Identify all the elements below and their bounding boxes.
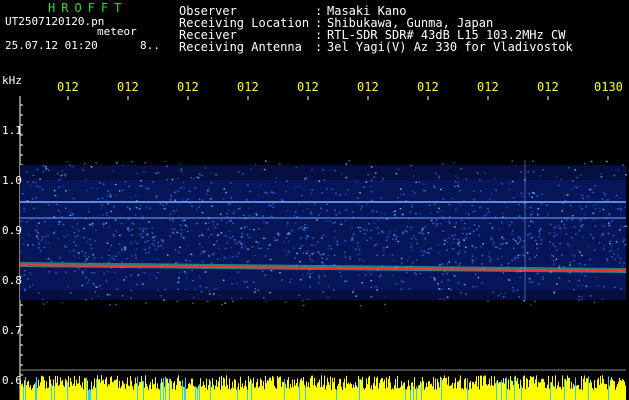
- x-tick-label: 012: [177, 80, 199, 94]
- axis-unit: kHz: [2, 74, 22, 87]
- spectrogram: [19, 96, 627, 400]
- filename: UT2507120120.pn: [5, 15, 105, 28]
- y-tick-label: 1.1: [2, 124, 22, 137]
- colon: :: [315, 40, 323, 54]
- y-tick-label: 0.6: [2, 374, 22, 387]
- meteor-label: meteor: [97, 25, 137, 38]
- x-tick-label: 012: [417, 80, 439, 94]
- x-tick-label: 012: [297, 80, 319, 94]
- x-tick-label: 0130: [594, 80, 623, 94]
- x-tick-label: 012: [57, 80, 79, 94]
- antenna-value: 3el Yagi(V) Az 330 for Vladivostok: [327, 40, 573, 54]
- y-tick-label: 0.9: [2, 224, 22, 237]
- x-tick-label: 012: [357, 80, 379, 94]
- x-tick-label: 012: [477, 80, 499, 94]
- signal-line: [20, 217, 626, 219]
- y-tick-label: 0.8: [2, 274, 22, 287]
- datetime: 25.07.12 01:20: [5, 39, 98, 52]
- x-tick-label: 012: [537, 80, 559, 94]
- amplitude-bars: [20, 375, 626, 400]
- y-tick-label: 0.7: [2, 324, 22, 337]
- app-title: HROFFT: [48, 1, 128, 15]
- antenna-label: Receiving Antenna: [179, 40, 302, 54]
- x-tick-label: 012: [117, 80, 139, 94]
- signal-line: [20, 201, 626, 203]
- y-tick-label: 1.0: [2, 174, 22, 187]
- count: 8..: [140, 39, 160, 52]
- x-tick-label: 012: [237, 80, 259, 94]
